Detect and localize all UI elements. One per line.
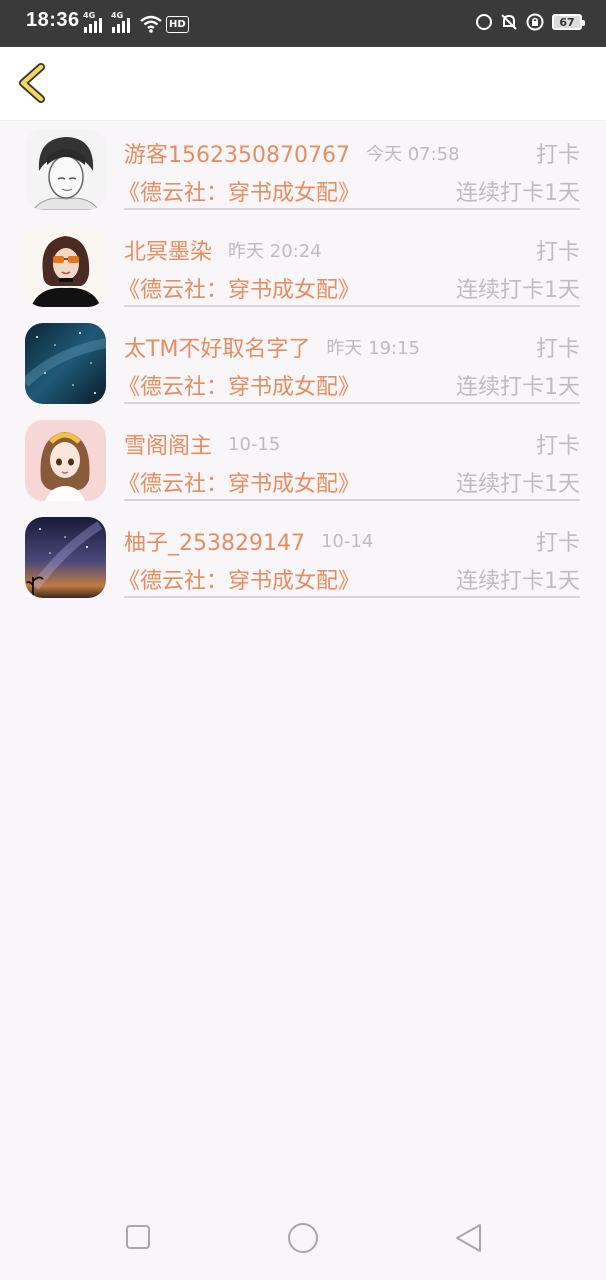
circle-home-icon: [288, 1223, 318, 1253]
chevron-left-icon: [19, 63, 45, 103]
checkin-row[interactable]: 太TM不好取名字了 昨天 19:15 打卡 《德云社：穿书成女配》 连续打卡1天: [0, 315, 606, 412]
bell-off-icon: [501, 14, 517, 30]
divider: [124, 499, 580, 501]
checkin-time: 今天 07:58: [365, 144, 460, 165]
checkin-row[interactable]: 柚子_253829147 10-14 打卡 《德云社：穿书成女配》 连续打卡1天: [0, 509, 606, 606]
username[interactable]: 柚子_253829147: [124, 525, 305, 557]
username[interactable]: 游客1562350870767: [124, 137, 350, 169]
checkin-time: 昨天 19:15: [326, 338, 421, 359]
divider: [124, 305, 580, 307]
square-recents-icon: [126, 1225, 150, 1249]
hd-icon: HD: [166, 15, 189, 33]
divider: [124, 208, 580, 210]
checkin-row[interactable]: 雪阁阁主 10-15 打卡 《德云社：穿书成女配》 连续打卡1天: [0, 412, 606, 509]
status-time: 18:36: [26, 9, 80, 31]
checkin-tag: 打卡: [535, 434, 580, 459]
signal-icon: 4G: [83, 11, 102, 33]
divider: [124, 596, 580, 598]
status-right-icons: 67: [476, 13, 585, 31]
book-title[interactable]: 《德云社：穿书成女配》: [118, 369, 360, 401]
book-title[interactable]: 《德云社：穿书成女配》: [118, 272, 360, 304]
face-icon: [476, 14, 492, 30]
username[interactable]: 北冥墨染: [124, 234, 212, 266]
checkin-time: 昨天 20:24: [228, 241, 322, 262]
streak-text: 连续打卡1天: [456, 472, 580, 497]
status-left-icons: 4G 4G HD: [83, 11, 189, 35]
battery-icon: 67: [552, 14, 585, 30]
top-app-bar: [0, 47, 606, 121]
checkin-time: 10-15: [228, 433, 281, 455]
streak-text: 连续打卡1天: [456, 375, 580, 400]
avatar[interactable]: [25, 517, 106, 598]
checkin-time: 10-14: [320, 530, 374, 552]
checkin-tag: 打卡: [535, 240, 580, 265]
checkin-list: 游客1562350870767 今天 07:58 打卡 《德云社：穿书成女配》 …: [0, 121, 606, 606]
lock-rotation-icon: [526, 13, 544, 31]
recents-button[interactable]: [125, 1224, 151, 1254]
checkin-tag: 打卡: [535, 531, 580, 556]
book-title[interactable]: 《德云社：穿书成女配》: [118, 466, 360, 498]
wifi-icon: [140, 15, 162, 33]
book-title[interactable]: 《德云社：穿书成女配》: [118, 175, 360, 207]
username[interactable]: 太TM不好取名字了: [124, 331, 310, 363]
system-nav-bar: [0, 1200, 606, 1280]
checkin-tag: 打卡: [535, 337, 580, 362]
avatar[interactable]: [25, 129, 106, 210]
divider: [124, 402, 580, 404]
triangle-back-icon: [456, 1224, 481, 1252]
avatar[interactable]: [25, 420, 106, 501]
back-button[interactable]: [14, 61, 58, 105]
streak-text: 连续打卡1天: [456, 278, 580, 303]
status-bar: 18:36 4G 4G HD 67: [0, 0, 606, 47]
back-nav-button[interactable]: [455, 1223, 483, 1257]
home-button[interactable]: [287, 1222, 319, 1258]
checkin-tag: 打卡: [535, 143, 580, 168]
avatar[interactable]: [25, 323, 106, 404]
signal-icon: 4G: [111, 11, 130, 33]
streak-text: 连续打卡1天: [456, 181, 580, 206]
username[interactable]: 雪阁阁主: [124, 428, 212, 460]
checkin-row[interactable]: 北冥墨染 昨天 20:24 打卡 《德云社：穿书成女配》 连续打卡1天: [0, 218, 606, 315]
book-title[interactable]: 《德云社：穿书成女配》: [118, 563, 360, 595]
streak-text: 连续打卡1天: [456, 569, 580, 594]
checkin-row[interactable]: 游客1562350870767 今天 07:58 打卡 《德云社：穿书成女配》 …: [0, 121, 606, 218]
avatar[interactable]: [25, 226, 106, 307]
